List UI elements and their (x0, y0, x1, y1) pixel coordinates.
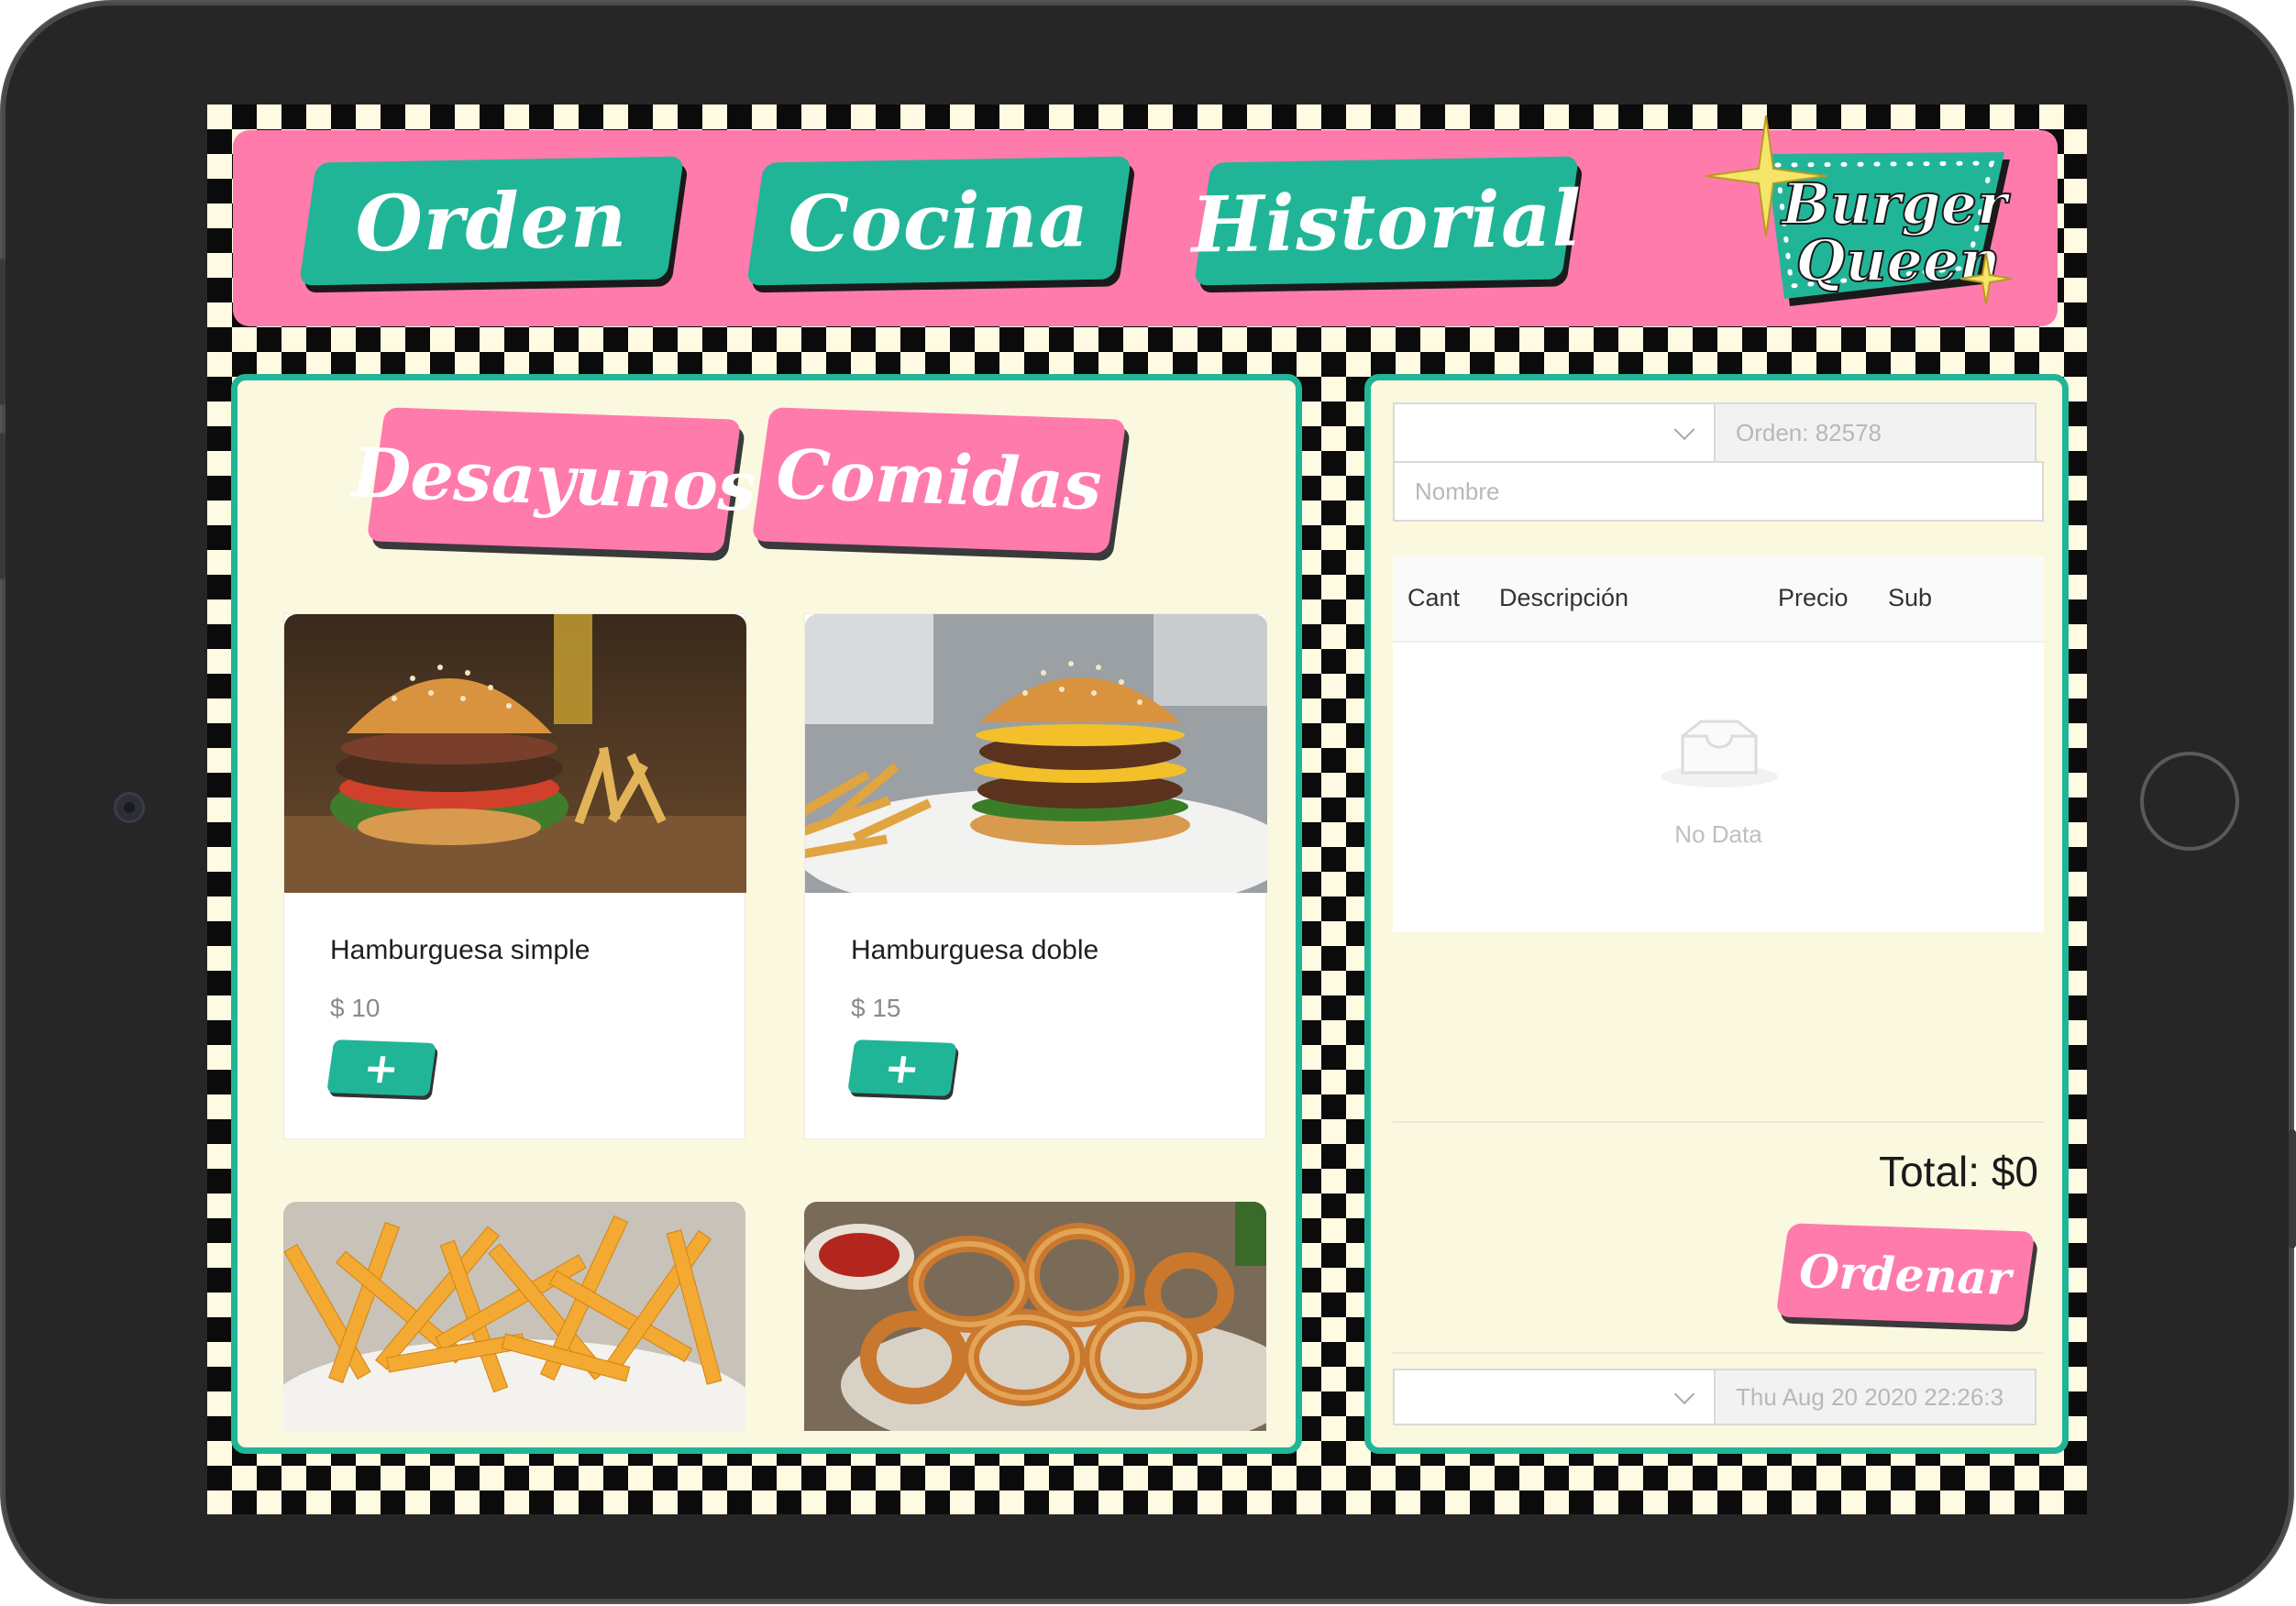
order-number-field: Orden: 82578 (1714, 402, 2037, 463)
inbox-icon (1661, 720, 1778, 787)
column-header: Sub (1888, 584, 1933, 611)
order-total: Total: $0 (1879, 1147, 2038, 1196)
volume-button (0, 433, 6, 579)
plus-icon: + (360, 1042, 403, 1094)
category-comidas-label: Comidas (775, 434, 1103, 526)
nav-orden-label: Orden (354, 173, 629, 269)
nav-orden-button[interactable]: Orden (299, 156, 684, 286)
category-desayunos-button[interactable]: Desayunos (350, 407, 757, 554)
product-name: Hamburguesa doble (851, 935, 1099, 965)
power-button (2289, 1129, 2296, 1248)
brand-line2: Queen (1795, 227, 2000, 294)
burger-queen-logo: Burger Queen (1705, 116, 2013, 306)
total-label: Total: (1879, 1148, 1981, 1195)
table-select[interactable] (1393, 402, 1716, 463)
chevron-down-icon (1673, 419, 1695, 441)
ordenar-button[interactable]: Ordenar (1775, 1223, 2036, 1326)
total-value: $0 (1991, 1148, 2038, 1195)
order-table-header: Cant Descripción Precio Sub (1393, 556, 2044, 643)
add-button[interactable]: + (847, 1040, 957, 1096)
product-price: $ 10 (330, 994, 381, 1022)
plus-icon: + (881, 1042, 923, 1094)
burger-simple-image (284, 614, 746, 893)
product-card: Hamburguesa simple $ 10 + (283, 613, 746, 1139)
order-panel: Orden: 82578 Nombre Cant Descripción Pre… (1364, 374, 2069, 1454)
menu-panel: Desayunos Comidas Hamburguesa simple $ 1… (231, 374, 1302, 1454)
nav-historial-button[interactable]: Historial (1190, 156, 1583, 286)
chevron-down-icon (1673, 1383, 1695, 1405)
ordenar-label: Ordenar (1798, 1243, 2013, 1305)
date-text: Thu Aug 20 2020 22:26:3 (1736, 1382, 2004, 1411)
onion-rings-image[interactable] (804, 1202, 1266, 1431)
date-field: Thu Aug 20 2020 22:26:3 (1714, 1369, 2037, 1425)
tablet-frame: Orden Cocina Historial Burger Queen Desa… (0, 2, 2296, 1602)
divider (1393, 1121, 2044, 1123)
empty-text: No Data (1674, 820, 1762, 848)
nav-cocina-button[interactable]: Cocina (746, 156, 1131, 286)
column-header: Cant (1407, 584, 1461, 611)
camera-icon (114, 792, 145, 823)
status-select[interactable] (1393, 1369, 1716, 1425)
category-comidas-button[interactable]: Comidas (751, 407, 1127, 554)
product-price: $ 15 (851, 994, 901, 1022)
burger-doble-image (805, 614, 1267, 893)
order-number-text: Orden: 82578 (1736, 418, 1882, 446)
name-placeholder: Nombre (1415, 477, 1500, 505)
name-input[interactable]: Nombre (1393, 461, 2044, 522)
column-header: Descripción (1499, 584, 1629, 611)
nav-cocina-label: Cocina (787, 172, 1091, 270)
product-name: Hamburguesa simple (330, 935, 591, 965)
order-table: Cant Descripción Precio Sub No Data (1393, 556, 2044, 932)
volume-button (0, 258, 6, 405)
nav-historial-label: Historial (1190, 171, 1583, 270)
add-button[interactable]: + (326, 1040, 436, 1096)
home-button[interactable] (2140, 752, 2239, 851)
column-header: Precio (1778, 584, 1849, 611)
app-screen: Orden Cocina Historial Burger Queen Desa… (207, 104, 2087, 1514)
empty-state: No Data (1393, 641, 2044, 932)
category-desayunos-label: Desayunos (350, 434, 757, 527)
fries-image[interactable] (283, 1202, 745, 1431)
product-card: Hamburguesa doble $ 15 + (804, 613, 1267, 1139)
divider (1393, 1352, 2044, 1354)
